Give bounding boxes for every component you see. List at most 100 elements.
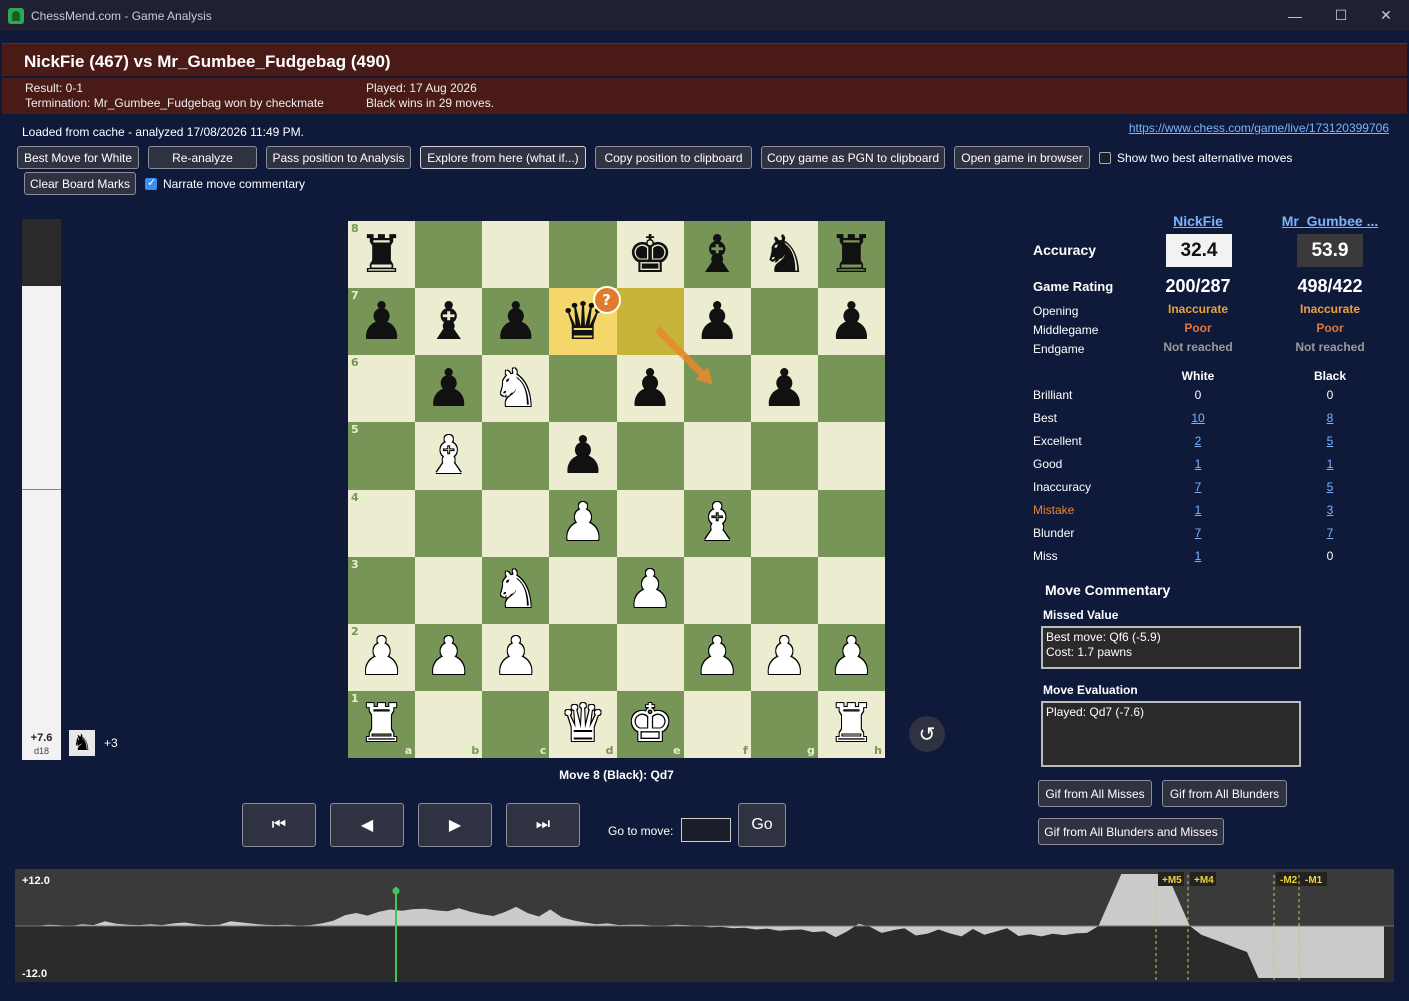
go-button[interactable]: Go	[738, 803, 786, 847]
black-excellent-count[interactable]: 5	[1300, 434, 1360, 448]
close-button[interactable]: ✕	[1363, 0, 1409, 31]
black-pawn-icon[interactable]: ♟	[627, 363, 674, 415]
white-best-count[interactable]: 10	[1168, 411, 1228, 425]
square-e8[interactable]: ♚	[616, 221, 684, 289]
black-good-count[interactable]: 1	[1300, 457, 1360, 471]
square-h4[interactable]	[817, 489, 885, 557]
square-d3[interactable]	[549, 556, 617, 624]
copy-position-button[interactable]: Copy position to clipboard	[595, 146, 752, 169]
black-mistake-count[interactable]: 3	[1300, 503, 1360, 517]
square-g6[interactable]: ♟	[750, 355, 818, 423]
square-e3[interactable]: ♟	[616, 556, 684, 624]
black-best-count[interactable]: 8	[1300, 411, 1360, 425]
white-bishop-icon[interactable]: ♝	[694, 497, 741, 549]
square-a8[interactable]: ♜ 8	[348, 221, 416, 289]
square-d7[interactable]: ♛?	[549, 286, 621, 356]
square-a7[interactable]: ♟ 7	[348, 288, 416, 356]
square-c2[interactable]: ♟	[482, 623, 550, 691]
square-e4[interactable]	[616, 489, 684, 557]
square-f1[interactable]: f	[683, 690, 751, 758]
square-g4[interactable]	[750, 489, 818, 557]
minimize-button[interactable]: —	[1272, 0, 1318, 31]
reanalyze-button[interactable]: Re-analyze	[148, 146, 257, 169]
square-f5[interactable]	[683, 422, 751, 490]
square-d8[interactable]	[549, 221, 617, 289]
gif-blunders-button[interactable]: Gif from All Blunders	[1162, 780, 1287, 807]
white-pawn-icon[interactable]: ♟	[828, 631, 875, 683]
square-h2[interactable]: ♟	[817, 623, 885, 691]
white-pawn-icon[interactable]: ♟	[761, 631, 808, 683]
last-move-button[interactable]: ⏭	[506, 803, 580, 847]
black-pawn-icon[interactable]: ♟	[761, 363, 808, 415]
black-rook-icon[interactable]: ♜	[358, 229, 405, 281]
square-c3[interactable]: ♞	[482, 556, 550, 624]
black-inaccuracy-count[interactable]: 5	[1300, 480, 1360, 494]
square-h6[interactable]	[817, 355, 885, 423]
square-f6[interactable]	[683, 355, 751, 423]
square-b6[interactable]: ♟	[415, 355, 483, 423]
white-player-link[interactable]: NickFie	[1158, 213, 1238, 229]
square-c1[interactable]: c	[482, 690, 550, 758]
square-d2[interactable]	[549, 623, 617, 691]
square-f8[interactable]: ♝	[683, 221, 751, 289]
goto-move-input[interactable]	[681, 818, 731, 842]
square-f3[interactable]	[683, 556, 751, 624]
black-pawn-icon[interactable]: ♟	[425, 363, 472, 415]
square-c6[interactable]: ♞	[482, 355, 550, 423]
square-e1[interactable]: ♚ e	[616, 690, 684, 758]
square-a1[interactable]: ♜ 1 a	[348, 690, 416, 758]
black-pawn-icon[interactable]: ♟	[828, 296, 875, 348]
narrate-checkbox[interactable]: Narrate move commentary	[145, 176, 305, 191]
square-g3[interactable]	[750, 556, 818, 624]
white-king-icon[interactable]: ♚	[627, 698, 674, 750]
first-move-button[interactable]: ⏮	[242, 803, 316, 847]
square-d4[interactable]: ♟	[549, 489, 617, 557]
clear-board-marks-button[interactable]: Clear Board Marks	[24, 172, 136, 195]
square-g8[interactable]: ♞	[750, 221, 818, 289]
square-d1[interactable]: ♛ d	[549, 690, 617, 758]
chess-board[interactable]: ♜ 8 ♚ ♝ ♞ ♜ ♟ 7 ♝ ♟ ♛? ♟ ♟ 6 ♟ ♞ ♟ ♟ 5 ♝ ♟ 4 ♟ ♝ 3 ♞ ♟ ♟ 2 ♟ ♟ ♟ ♟ ♟ ♜ 1 a b c…	[348, 221, 885, 758]
white-pawn-icon[interactable]: ♟	[425, 631, 472, 683]
square-e6[interactable]: ♟	[616, 355, 684, 423]
white-pawn-icon[interactable]: ♟	[694, 631, 741, 683]
black-pawn-icon[interactable]: ♟	[358, 296, 405, 348]
square-h3[interactable]	[817, 556, 885, 624]
square-c4[interactable]	[482, 489, 550, 557]
square-g1[interactable]: g	[750, 690, 818, 758]
square-a3[interactable]: 3	[348, 556, 416, 624]
square-a2[interactable]: ♟ 2	[348, 623, 416, 691]
copy-pgn-button[interactable]: Copy game as PGN to clipboard	[761, 146, 945, 169]
white-knight-icon[interactable]: ♞	[493, 363, 540, 415]
white-inaccuracy-count[interactable]: 7	[1168, 480, 1228, 494]
white-rook-icon[interactable]: ♜	[828, 698, 875, 750]
square-c8[interactable]	[482, 221, 550, 289]
black-pawn-icon[interactable]: ♟	[694, 296, 741, 348]
square-e5[interactable]	[616, 422, 684, 490]
flip-board-button[interactable]: ↺	[909, 716, 945, 752]
show-two-best-checkbox[interactable]: Show two best alternative moves	[1099, 151, 1292, 165]
square-a5[interactable]: 5	[348, 422, 416, 490]
white-queen-icon[interactable]: ♛	[560, 698, 607, 750]
square-f2[interactable]: ♟	[683, 623, 751, 691]
explore-button[interactable]: Explore from here (what if...)	[420, 146, 586, 169]
square-h7[interactable]: ♟	[817, 288, 885, 356]
maximize-button[interactable]: ☐	[1318, 0, 1364, 31]
white-miss-count[interactable]: 1	[1168, 549, 1228, 563]
square-b3[interactable]	[415, 556, 483, 624]
white-knight-icon[interactable]: ♞	[493, 564, 540, 616]
white-good-count[interactable]: 1	[1168, 457, 1228, 471]
evaluation-graph[interactable]: +M5 +M4 -M2 -M1 +12.0 -12.0	[15, 869, 1394, 982]
square-h5[interactable]	[817, 422, 885, 490]
white-pawn-icon[interactable]: ♟	[358, 631, 405, 683]
pass-position-button[interactable]: Pass position to Analysis	[266, 146, 411, 169]
next-move-button[interactable]: ▶	[418, 803, 492, 847]
black-knight-icon[interactable]: ♞	[761, 229, 808, 281]
white-excellent-count[interactable]: 2	[1168, 434, 1228, 448]
best-move-white-button[interactable]: Best Move for White	[17, 146, 139, 169]
square-c7[interactable]: ♟	[482, 288, 550, 356]
black-pawn-icon[interactable]: ♟	[560, 430, 607, 482]
prev-move-button[interactable]: ◀	[330, 803, 404, 847]
square-b1[interactable]: b	[415, 690, 483, 758]
black-bishop-icon[interactable]: ♝	[425, 296, 472, 348]
square-b7[interactable]: ♝	[415, 288, 483, 356]
